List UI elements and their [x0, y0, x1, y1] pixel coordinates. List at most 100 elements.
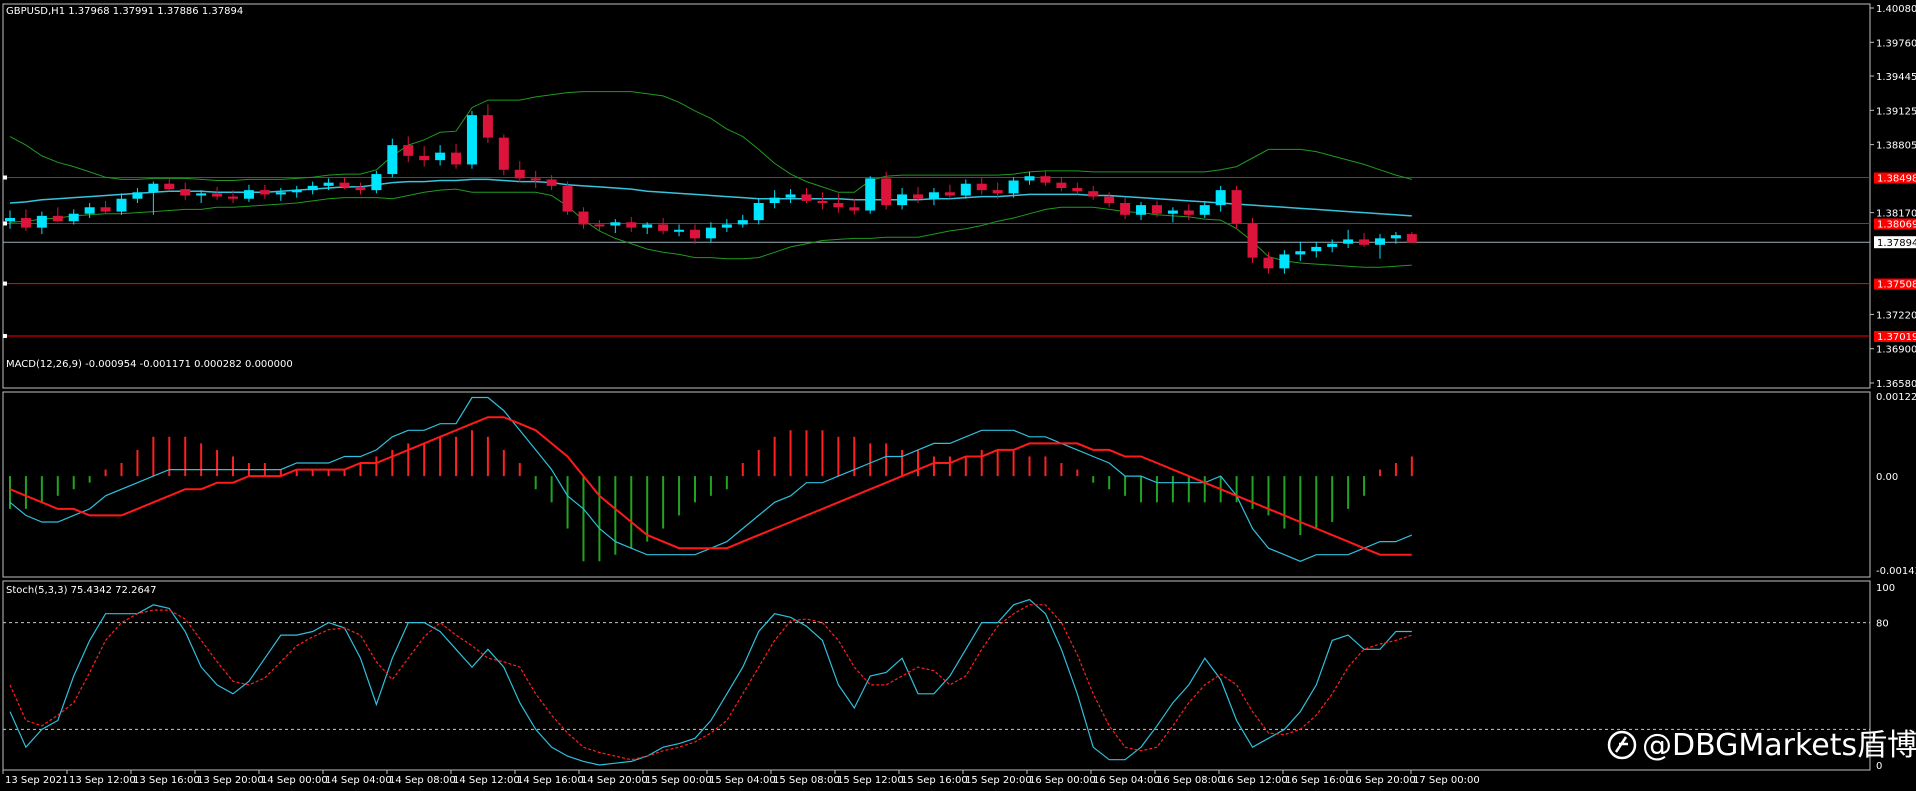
candle-body	[1136, 205, 1147, 215]
candle-body	[1390, 235, 1401, 239]
level-anchor-marker	[3, 221, 7, 226]
candle-body	[1167, 210, 1178, 214]
candle-body	[1215, 190, 1226, 206]
candle-body	[1056, 182, 1067, 188]
time-tick-label: 15 Sep 16:00	[901, 775, 968, 786]
price-tick-label: 1.37220	[1876, 310, 1916, 321]
candle-body	[1295, 251, 1306, 255]
candle-body	[928, 192, 939, 199]
candle-body	[674, 229, 685, 232]
level-price-label: 1.38498	[1877, 174, 1916, 185]
candle-body	[1104, 196, 1115, 203]
stochastic-tick-label: 100	[1876, 583, 1895, 594]
time-tick-label: 14 Sep 08:00	[389, 775, 456, 786]
time-tick-label: 15 Sep 20:00	[965, 775, 1032, 786]
price-tick-label: 1.38170	[1876, 209, 1916, 220]
time-tick-label: 13 Sep 16:00	[133, 775, 200, 786]
trading-chart[interactable]: 1.38498 1.38069 1.37508 1.37019 1.37894 1.400…	[0, 0, 1916, 791]
time-tick-label: 13 Sep 12:00	[69, 775, 136, 786]
current-price-label: 1.37894	[1877, 238, 1916, 249]
time-tick-label: 15 Sep 12:00	[837, 775, 904, 786]
stochastic-header: Stoch(5,3,3) 75.4342 72.2647	[6, 585, 157, 596]
level-anchor-marker	[3, 281, 7, 286]
time-tick-label: 14 Sep 20:00	[581, 775, 648, 786]
candle-body	[514, 169, 525, 179]
time-tick-label: 17 Sep 00:00	[1413, 775, 1480, 786]
candle-body	[1088, 191, 1099, 197]
candle-body	[642, 224, 653, 228]
candle-body	[865, 178, 876, 211]
candle-body	[530, 178, 541, 181]
candle-body	[801, 194, 812, 201]
candle-body	[976, 183, 987, 191]
candle-body	[1183, 210, 1194, 215]
candle-body	[132, 192, 143, 199]
time-tick-label: 13 Sep 2021	[5, 775, 68, 786]
candle-body	[913, 194, 924, 199]
time-tick-label: 14 Sep 16:00	[517, 775, 584, 786]
candle-body	[881, 178, 892, 206]
level-anchor-marker	[3, 175, 7, 180]
candle-body	[100, 207, 111, 212]
time-tick-label: 14 Sep 12:00	[453, 775, 520, 786]
candle-body	[291, 190, 302, 193]
candle-body	[1040, 176, 1051, 183]
candle-body	[753, 203, 764, 221]
candle-body	[451, 152, 462, 165]
candle-body	[116, 198, 127, 212]
price-tick-label: 1.36900	[1876, 345, 1916, 356]
time-tick-label: 15 Sep 04:00	[709, 775, 776, 786]
candle-body	[594, 224, 605, 227]
candle-body	[1359, 239, 1370, 245]
candle-body	[419, 155, 430, 161]
candle-body	[833, 203, 844, 208]
candle-body	[1120, 203, 1131, 215]
candle-body	[84, 207, 95, 214]
candle-body	[1199, 205, 1210, 215]
watermark-text: @DBGMarkets盾博	[1642, 728, 1916, 763]
candle-body	[849, 207, 860, 211]
candle-body	[1072, 188, 1083, 192]
candle-body	[689, 229, 700, 239]
candle-body	[944, 192, 955, 196]
price-tick-label: 1.38805	[1876, 141, 1916, 152]
candle-body	[578, 211, 589, 225]
candle-body	[52, 215, 63, 222]
candle-body	[737, 220, 748, 225]
candle-body	[1024, 176, 1035, 181]
candle-body	[721, 224, 732, 228]
candle-body	[1343, 239, 1354, 244]
candle-body	[1263, 257, 1274, 269]
candle-body	[658, 224, 669, 231]
candle-body	[1231, 190, 1242, 224]
candle-body	[435, 152, 446, 161]
candle-body	[960, 183, 971, 196]
time-tick-label: 16 Sep 16:00	[1285, 775, 1352, 786]
candle-body	[482, 115, 493, 138]
watermark: @DBGMarkets盾博	[1607, 728, 1916, 763]
candle-body	[403, 145, 414, 156]
candle-body	[1008, 180, 1019, 194]
symbol-header: GBPUSD,H1 1.37968 1.37991 1.37886 1.3789…	[6, 6, 243, 17]
candle-body	[1151, 205, 1162, 214]
candle-body	[20, 218, 31, 228]
macd-tick-label: 0.001223	[1876, 392, 1916, 403]
price-tick-label: 1.39125	[1876, 106, 1916, 117]
candle-body	[1247, 223, 1258, 258]
candle-body	[339, 182, 350, 187]
candle-body	[228, 196, 239, 199]
price-tick-label: 1.39760	[1876, 38, 1916, 49]
time-tick-label: 16 Sep 00:00	[1029, 775, 1096, 786]
macd-tick-label: 0.00	[1876, 472, 1898, 483]
price-tick-label: 1.39445	[1876, 72, 1916, 83]
time-tick-label: 16 Sep 08:00	[1157, 775, 1224, 786]
time-tick-label: 15 Sep 08:00	[773, 775, 840, 786]
candle-body	[68, 213, 79, 222]
level-anchor-marker	[3, 333, 7, 338]
candle-body	[164, 183, 175, 190]
chart-background	[0, 0, 1916, 791]
time-tick-label: 16 Sep 12:00	[1221, 775, 1288, 786]
macd-header: MACD(12,26,9) -0.000954 -0.001171 0.0002…	[6, 359, 293, 370]
candle-body	[1406, 234, 1417, 243]
candle-body	[769, 197, 780, 203]
